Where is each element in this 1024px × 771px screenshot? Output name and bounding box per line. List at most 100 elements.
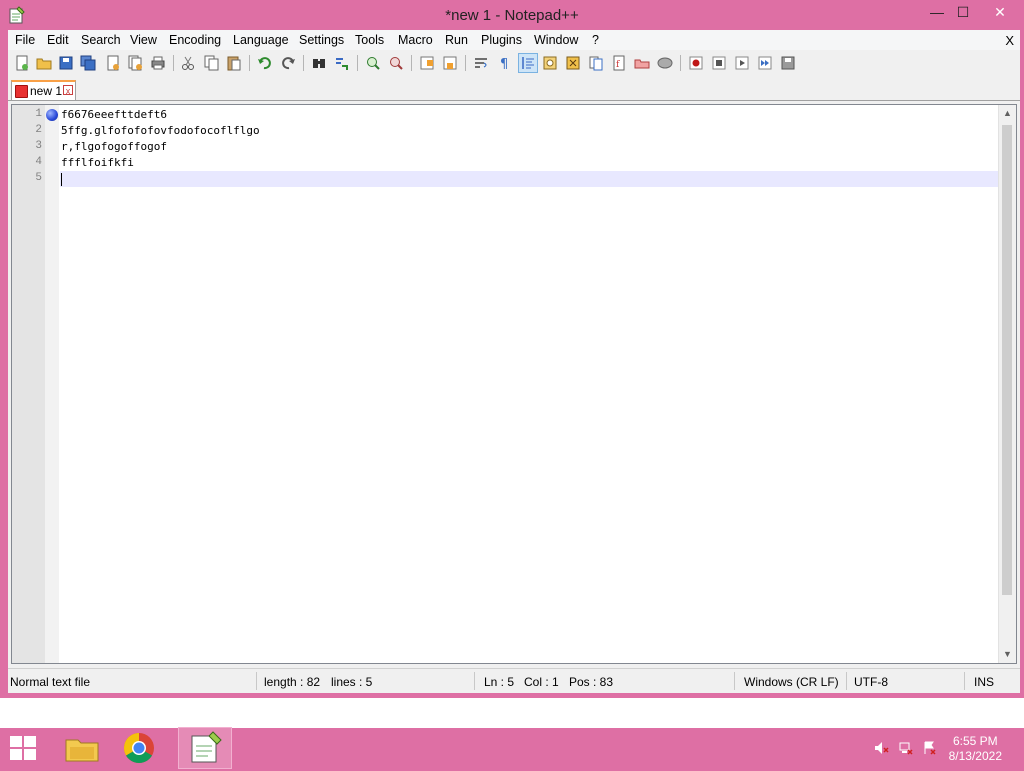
tab-new-1[interactable]: new 1 x — [11, 80, 76, 100]
menu-help[interactable]: ? — [592, 33, 599, 47]
line-number: 4 — [35, 156, 42, 168]
line-text: ffflfoifkfi — [61, 156, 134, 169]
taskbar-notepadpp[interactable] — [178, 727, 232, 769]
folder-workspace-icon[interactable] — [633, 54, 651, 72]
windows-start-icon[interactable] — [10, 736, 38, 762]
desktop-strip — [0, 698, 1024, 728]
toolbar-separator — [357, 55, 358, 71]
sync-vertical-icon[interactable] — [418, 54, 436, 72]
notepadpp-window: File Edit Search View Encoding Language … — [8, 30, 1020, 693]
scrollbar-thumb[interactable] — [1002, 125, 1012, 595]
tab-close-icon[interactable]: x — [63, 85, 73, 96]
toolbar-separator — [303, 55, 304, 71]
menu-run[interactable]: Run — [445, 33, 468, 47]
editor-line[interactable]: 2 5ffg.glfofofofovfodofocoflflgo — [12, 123, 1002, 139]
menu-encoding[interactable]: Encoding — [169, 33, 221, 47]
paste-icon[interactable] — [225, 54, 243, 72]
menu-settings[interactable]: Settings — [299, 33, 344, 47]
volume-muted-icon[interactable] — [873, 740, 889, 756]
line-text: r,flgofogoffogof — [61, 140, 167, 153]
toolbar-separator — [465, 55, 466, 71]
document-map-icon[interactable] — [564, 54, 582, 72]
replace-icon[interactable] — [333, 54, 351, 72]
editor-line-current[interactable]: 5 — [12, 171, 1002, 187]
menu-window[interactable]: Window — [534, 33, 578, 47]
record-macro-icon[interactable] — [687, 54, 705, 72]
status-insert-mode[interactable]: INS — [974, 675, 994, 689]
menu-language[interactable]: Language — [233, 33, 289, 47]
scroll-up-icon[interactable]: ▲ — [999, 105, 1016, 122]
close-document-button[interactable]: X — [1005, 33, 1014, 48]
cut-icon[interactable] — [179, 54, 197, 72]
action-center-icon[interactable] — [922, 740, 938, 756]
new-file-icon[interactable] — [13, 54, 31, 72]
bookmark-icon[interactable] — [46, 109, 58, 121]
editor-line[interactable]: 4 ffflfoifkfi — [12, 155, 1002, 171]
zoom-out-icon[interactable] — [387, 54, 405, 72]
taskbar-file-explorer[interactable] — [56, 728, 108, 768]
taskbar-chrome[interactable] — [113, 728, 165, 768]
print-icon[interactable] — [149, 54, 167, 72]
menu-file[interactable]: File — [15, 33, 35, 47]
line-number: 3 — [35, 140, 42, 152]
open-file-icon[interactable] — [35, 54, 53, 72]
menu-macro[interactable]: Macro — [398, 33, 433, 47]
indent-guide-icon[interactable] — [518, 53, 538, 73]
line-number: 5 — [35, 172, 42, 184]
status-ln: Ln : 5 — [484, 675, 515, 689]
status-eol[interactable]: Windows (CR LF) — [744, 675, 839, 689]
status-separator — [734, 672, 735, 690]
show-all-characters-icon[interactable]: ¶ — [495, 54, 513, 72]
user-language-icon[interactable] — [541, 54, 559, 72]
toolbar-separator — [411, 55, 412, 71]
redo-icon[interactable] — [279, 54, 297, 72]
tab-bar: new 1 x — [8, 78, 1020, 101]
function-list-icon[interactable]: f — [610, 54, 628, 72]
menu-tools[interactable]: Tools — [355, 33, 384, 47]
vertical-scrollbar[interactable]: ▲ ▼ — [998, 105, 1016, 663]
monitoring-icon[interactable] — [656, 54, 674, 72]
maximize-button[interactable]: ☐ — [948, 2, 978, 24]
current-line-highlight — [60, 171, 1000, 187]
toolbar-separator — [173, 55, 174, 71]
close-icon[interactable] — [104, 54, 122, 72]
menu-edit[interactable]: Edit — [47, 33, 69, 47]
find-icon[interactable] — [310, 54, 328, 72]
run-macro-multiple-icon[interactable] — [756, 54, 774, 72]
editor-line[interactable]: 3 r,flgofogoffogof — [12, 139, 1002, 155]
stop-macro-icon[interactable] — [710, 54, 728, 72]
system-clock[interactable]: 6:55 PM 8/13/2022 — [949, 734, 1002, 764]
play-macro-icon[interactable] — [733, 54, 751, 72]
status-separator — [964, 672, 965, 690]
close-button[interactable]: ✕ — [980, 2, 1020, 24]
document-list-icon[interactable] — [587, 54, 605, 72]
bookmark-margin[interactable] — [45, 105, 59, 663]
line-number: 2 — [35, 124, 42, 136]
network-icon[interactable] — [898, 740, 914, 756]
menu-view[interactable]: View — [130, 33, 157, 47]
save-macro-icon[interactable] — [779, 54, 797, 72]
word-wrap-icon[interactable] — [472, 54, 490, 72]
save-icon[interactable] — [57, 54, 75, 72]
status-encoding[interactable]: UTF-8 — [854, 675, 888, 689]
menu-search[interactable]: Search — [81, 33, 121, 47]
chrome-icon — [123, 733, 154, 764]
save-all-icon[interactable] — [79, 54, 97, 72]
status-separator — [474, 672, 475, 690]
status-lines: lines : 5 — [331, 675, 373, 689]
sync-horizontal-icon[interactable] — [441, 54, 459, 72]
menu-bar: File Edit Search View Encoding Language … — [8, 30, 1020, 50]
copy-icon[interactable] — [202, 54, 220, 72]
scroll-down-icon[interactable]: ▼ — [999, 646, 1016, 663]
status-file-type: Normal text file — [10, 675, 91, 689]
undo-icon[interactable] — [256, 54, 274, 72]
line-number: 1 — [35, 108, 42, 120]
close-all-icon[interactable] — [126, 54, 144, 72]
menu-plugins[interactable]: Plugins — [481, 33, 522, 47]
editor-line[interactable]: 1 f6676eeefttdeft6 — [12, 107, 1002, 123]
status-separator — [256, 672, 257, 690]
text-editor[interactable]: 1 f6676eeefttdeft6 2 5ffg.glfofofofovfod… — [11, 104, 1017, 664]
zoom-in-icon[interactable] — [364, 54, 382, 72]
status-bar: Normal text file length : 82 lines : 5 L… — [8, 668, 1020, 693]
clock-date: 8/13/2022 — [948, 749, 1002, 763]
